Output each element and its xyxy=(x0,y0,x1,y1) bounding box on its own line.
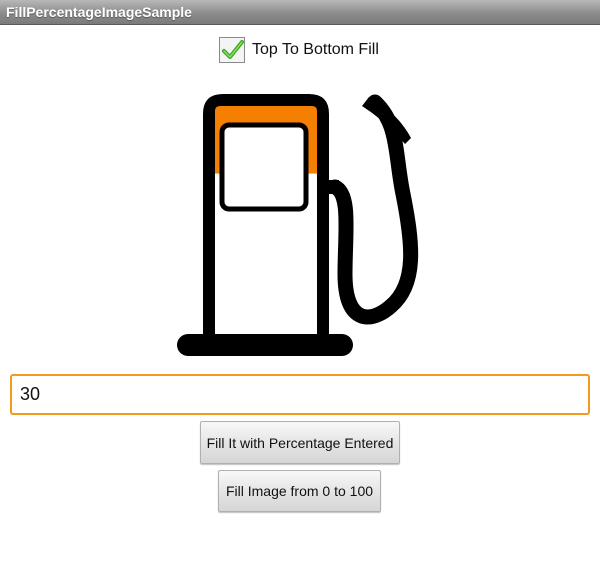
fuel-pump-icon xyxy=(177,94,419,356)
fuel-pump-image xyxy=(165,84,455,364)
top-to-bottom-option[interactable]: Top To Bottom Fill xyxy=(219,35,379,65)
top-to-bottom-checkbox[interactable] xyxy=(219,37,245,63)
percentage-input[interactable] xyxy=(10,374,590,415)
app-title: FillPercentageImageSample xyxy=(6,4,192,20)
fill-percentage-button[interactable]: Fill It with Percentage Entered xyxy=(200,421,400,464)
checkmark-icon xyxy=(222,40,244,59)
title-bar: FillPercentageImageSample xyxy=(0,0,600,25)
fill-0-to-100-button[interactable]: Fill Image from 0 to 100 xyxy=(218,470,381,512)
top-to-bottom-label: Top To Bottom Fill xyxy=(252,41,379,58)
